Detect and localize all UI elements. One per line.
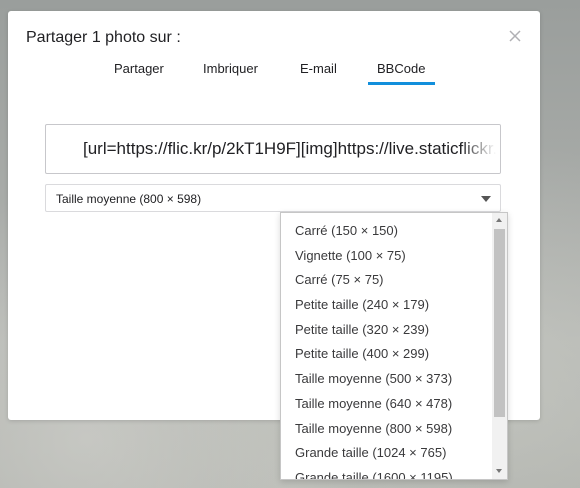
size-option[interactable]: Petite taille (240 × 179) xyxy=(281,293,491,318)
tab-partager[interactable]: Partager xyxy=(114,61,164,87)
size-option[interactable]: Taille moyenne (800 × 598) xyxy=(281,417,491,442)
size-option[interactable]: Grande taille (1024 × 765) xyxy=(281,441,491,466)
size-option[interactable]: Taille moyenne (500 × 373) xyxy=(281,367,491,392)
text-fade xyxy=(460,125,500,173)
size-option[interactable]: Carré (75 × 75) xyxy=(281,268,491,293)
size-option[interactable]: Grande taille (1600 × 1195) xyxy=(281,466,491,479)
size-options: Carré (150 × 150) Vignette (100 × 75) Ca… xyxy=(281,219,491,479)
size-option[interactable]: Petite taille (320 × 239) xyxy=(281,318,491,343)
bbcode-field[interactable]: [url=https://flic.kr/p/2kT1H9F][img]http… xyxy=(45,124,501,174)
tab-imbriquer[interactable]: Imbriquer xyxy=(203,61,258,87)
size-option[interactable]: Petite taille (400 × 299) xyxy=(281,342,491,367)
bbcode-text: [url=https://flic.kr/p/2kT1H9F][img]http… xyxy=(83,139,501,158)
size-select-value: Taille moyenne (800 × 598) xyxy=(56,192,202,206)
close-icon xyxy=(509,30,521,42)
share-tabs: Partager Imbriquer E-mail BBCode xyxy=(8,61,540,89)
size-option[interactable]: Carré (150 × 150) xyxy=(281,219,491,244)
active-tab-indicator xyxy=(368,82,435,85)
close-button[interactable] xyxy=(504,25,526,47)
scroll-down-icon[interactable] xyxy=(496,469,502,473)
size-select[interactable]: Taille moyenne (800 × 598) xyxy=(45,184,501,212)
dropdown-scrollbar[interactable] xyxy=(492,213,507,479)
size-option[interactable]: Vignette (100 × 75) xyxy=(281,244,491,269)
scroll-thumb[interactable] xyxy=(494,229,505,417)
dialog-title: Partager 1 photo sur : xyxy=(26,29,181,46)
size-option[interactable]: Taille moyenne (640 × 478) xyxy=(281,392,491,417)
tab-email[interactable]: E-mail xyxy=(300,61,337,87)
scroll-up-icon[interactable] xyxy=(496,218,502,222)
size-dropdown-list: Carré (150 × 150) Vignette (100 × 75) Ca… xyxy=(280,212,508,480)
chevron-down-icon xyxy=(481,196,491,202)
